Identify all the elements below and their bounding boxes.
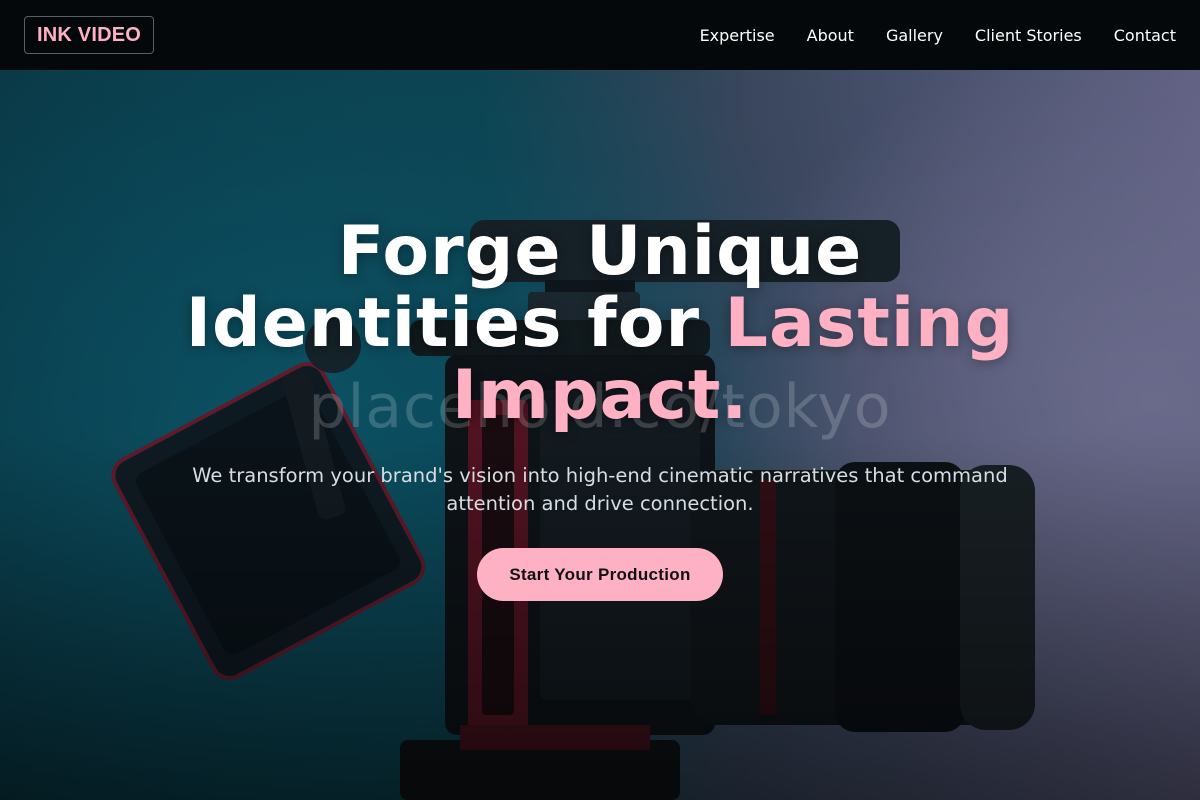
nav-link-contact[interactable]: Contact	[1114, 26, 1176, 45]
nav-links: Expertise About Gallery Client Stories C…	[668, 26, 1176, 45]
hero-section: placehold.co/tokyo Forge Unique Identiti…	[0, 70, 1200, 800]
landing-page: INK VIDEO Expertise About Gallery Client…	[0, 0, 1200, 800]
nav-link-about[interactable]: About	[807, 26, 854, 45]
nav-link-gallery[interactable]: Gallery	[886, 26, 943, 45]
brand-logo[interactable]: INK VIDEO	[24, 16, 155, 54]
hero-headline: Forge Unique Identities for Lasting Impa…	[150, 216, 1050, 432]
top-navigation: INK VIDEO Expertise About Gallery Client…	[0, 0, 1200, 70]
nav-link-expertise[interactable]: Expertise	[700, 26, 775, 45]
start-production-button[interactable]: Start Your Production	[477, 548, 723, 601]
hero-subtitle: We transform your brand's vision into hi…	[192, 464, 1008, 515]
nav-link-client-stories[interactable]: Client Stories	[975, 26, 1082, 45]
hero-content: Forge Unique Identities for Lasting Impa…	[0, 216, 1200, 601]
